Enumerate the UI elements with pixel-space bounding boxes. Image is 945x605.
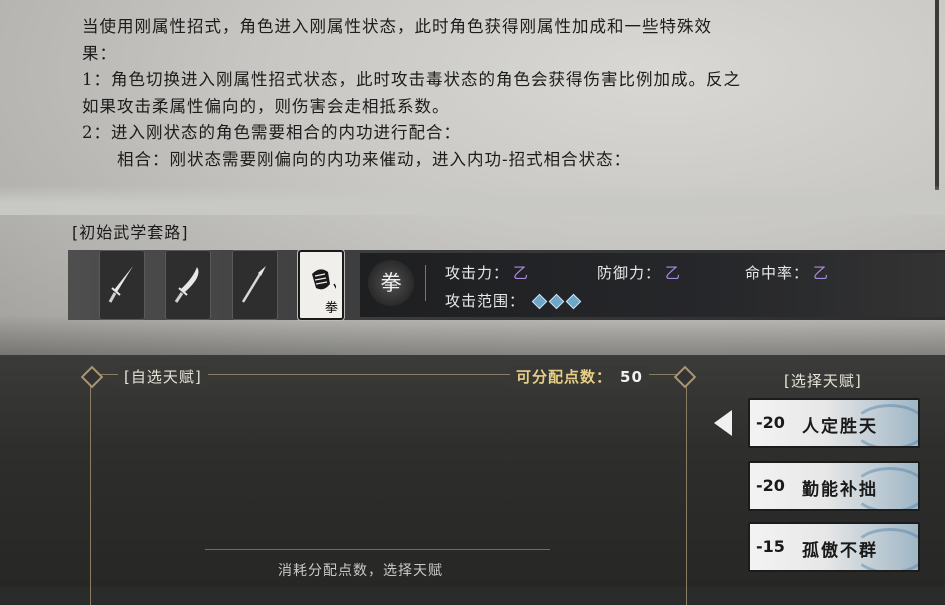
points-value: 50 [620, 368, 643, 386]
range-label: 攻击范围： [445, 292, 526, 310]
talent-hint: 消耗分配点数，选择天赋 [278, 563, 443, 579]
defense-value: 乙 [665, 264, 682, 282]
description-line: 2：进入刚状态的角色需要相合的内功进行配合： [82, 123, 461, 142]
defense-stat: 防御力：乙 [597, 262, 681, 283]
attack-value: 乙 [513, 264, 530, 282]
hit-stat: 命中率：乙 [745, 262, 829, 283]
range-stat: 攻击范围： [445, 290, 582, 311]
spear-icon [241, 266, 266, 303]
hit-label: 命中率： [745, 264, 810, 282]
description-fade [0, 185, 945, 215]
talent-card[interactable]: -20 人定胜天 [748, 398, 920, 448]
description-line: 当使用刚属性招式，角色进入刚属性状态，此时角色获得刚属性加成和一些特殊效 [82, 17, 712, 36]
talent-cost: -20 [756, 476, 785, 495]
talent-name: 勤能补拙 [802, 480, 878, 500]
points-label: 可分配点数： [516, 368, 613, 386]
description-line: 1：角色切换进入刚属性招式状态，此时攻击毒状态的角色会获得伤害比例加成。反之 [82, 70, 741, 89]
range-gem-icon [531, 293, 548, 310]
talent-card[interactable]: -15 孤傲不群 [748, 522, 920, 572]
loadout-title: [初始武学套路] [72, 223, 189, 242]
defense-label: 防御力： [597, 264, 662, 282]
talent-name: 人定胜天 [802, 417, 878, 437]
talent-panel-title: [自选天赋] [118, 366, 208, 387]
hint-divider [205, 549, 550, 550]
points-display: 可分配点数： 50 [510, 366, 649, 387]
weapon-slot-spear[interactable] [232, 250, 278, 320]
description-scrollbar[interactable] [935, 0, 939, 190]
talent-cost: -15 [756, 537, 785, 556]
talent-name: 孤傲不群 [802, 541, 878, 561]
description-text: 当使用刚属性招式，角色进入刚属性状态，此时角色获得刚属性加成和一些特殊效 果： … [82, 14, 932, 173]
talent-card[interactable]: -20 勤能补拙 [748, 461, 920, 511]
weapon-slot-fist[interactable]: 拳 [298, 250, 344, 320]
talent-cost: -20 [756, 413, 785, 432]
attack-stat: 攻击力：乙 [445, 262, 529, 283]
weapon-type-badge: 拳 [368, 260, 414, 306]
weapon-slot-saber[interactable] [165, 250, 211, 320]
description-line: 果： [82, 43, 117, 63]
sword-icon [108, 266, 133, 303]
hit-value: 乙 [813, 264, 830, 282]
weapon-slot-sword[interactable] [99, 250, 145, 320]
arrow-left-icon[interactable] [714, 410, 732, 436]
talent-select-title: [选择天赋] [784, 372, 862, 390]
range-gem-icon [548, 293, 565, 310]
range-gem-icon [565, 293, 582, 310]
description-line: 相合：刚状态需要刚偏向的内功来催动，进入内功-招式相合状态： [117, 149, 632, 169]
stat-divider [425, 265, 426, 301]
description-line: 如果攻击柔属性偏向的，则伤害会走相抵系数。 [82, 96, 450, 116]
saber-icon [174, 267, 199, 303]
attack-label: 攻击力： [445, 264, 510, 282]
slot-label: 拳 [324, 301, 338, 316]
